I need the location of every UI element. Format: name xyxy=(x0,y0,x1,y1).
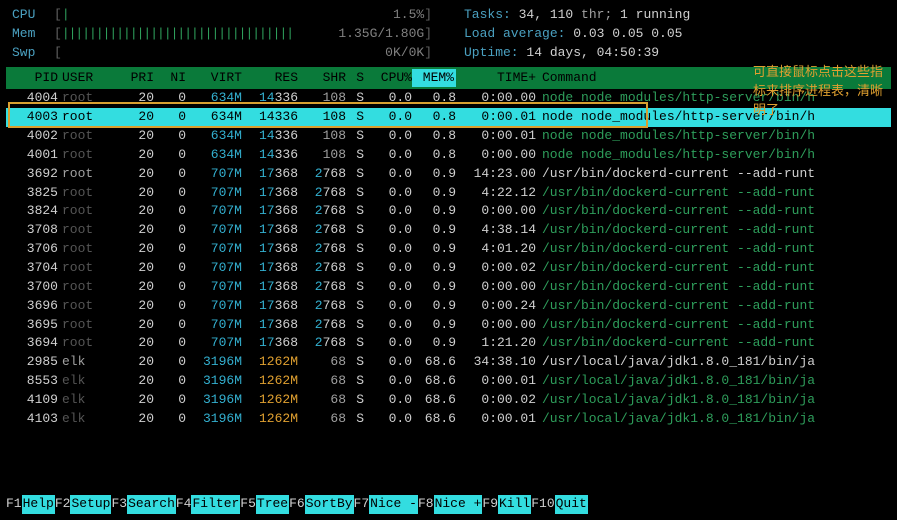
fkey-f4[interactable]: F4 xyxy=(176,495,192,514)
process-row[interactable]: 3708root200707M173682768S0.00.94:38.14/u… xyxy=(6,221,891,240)
process-row[interactable]: 3825root200707M173682768S0.00.94:22.12/u… xyxy=(6,184,891,203)
load-line: Load average: 0.03 0.05 0.05 xyxy=(464,25,690,44)
process-row[interactable]: 4002root200634M14336108S0.00.80:00.01nod… xyxy=(6,127,891,146)
process-row[interactable]: 3824root200707M173682768S0.00.90:00.00/u… xyxy=(6,202,891,221)
uptime-line: Uptime: 14 days, 04:50:39 xyxy=(464,44,690,63)
cpu-bar: | xyxy=(62,6,69,25)
process-row[interactable]: 3704root200707M173682768S0.00.90:00.02/u… xyxy=(6,259,891,278)
col-shr[interactable]: SHR xyxy=(298,69,346,88)
process-row[interactable]: 4109elk2003196M1262M68S0.068.60:00.02/us… xyxy=(6,391,891,410)
process-row[interactable]: 8553elk2003196M1262M68S0.068.60:00.01/us… xyxy=(6,372,891,391)
process-row[interactable]: 3700root200707M173682768S0.00.90:00.00/u… xyxy=(6,278,891,297)
process-row[interactable]: 3694root200707M173682768S0.00.91:21.20/u… xyxy=(6,334,891,353)
cpu-meter: CPU [| 1.5%] xyxy=(12,6,432,25)
fkey-f10[interactable]: F10 xyxy=(531,495,554,514)
tasks-line: Tasks: 34, 110 thr; 1 running xyxy=(464,6,690,25)
process-row[interactable]: 4103elk2003196M1262M68S0.068.60:00.01/us… xyxy=(6,410,891,429)
header: CPU [| 1.5%] Mem [||||||||||||||||||||||… xyxy=(6,6,891,67)
fkey-f7[interactable]: F7 xyxy=(354,495,370,514)
fkey-f9[interactable]: F9 xyxy=(482,495,498,514)
process-row[interactable]: 3695root200707M173682768S0.00.90:00.00/u… xyxy=(6,316,891,335)
annotation-text: 可直接鼠标点击这些指 标来排序进程表，清晰 明了 xyxy=(753,64,883,121)
flabel-nice -[interactable]: Nice - xyxy=(369,495,418,514)
tasks-label: Tasks: xyxy=(464,7,519,22)
mem-meter: Mem [|||||||||||||||||||||||||||||||||| … xyxy=(12,25,432,44)
col-time[interactable]: TIME+ xyxy=(456,69,536,88)
swp-label: Swp xyxy=(12,44,54,63)
load-values: 0.03 0.05 0.05 xyxy=(573,26,682,41)
tasks-count: 34 xyxy=(519,7,535,22)
process-row[interactable]: 3692root200707M173682768S0.00.914:23.00/… xyxy=(6,165,891,184)
process-row[interactable]: 3706root200707M173682768S0.00.94:01.20/u… xyxy=(6,240,891,259)
flabel-help[interactable]: Help xyxy=(22,495,55,514)
load-label: Load average: xyxy=(464,26,573,41)
fkey-f3[interactable]: F3 xyxy=(111,495,127,514)
flabel-quit[interactable]: Quit xyxy=(555,495,588,514)
thr-count: 110 xyxy=(550,7,573,22)
col-user[interactable]: USER xyxy=(58,69,114,88)
fkey-f2[interactable]: F2 xyxy=(55,495,71,514)
process-row[interactable]: 3696root200707M173682768S0.00.90:00.24/u… xyxy=(6,297,891,316)
uptime-label: Uptime: xyxy=(464,45,526,60)
running-count: 1 running xyxy=(620,7,690,22)
fkey-f6[interactable]: F6 xyxy=(289,495,305,514)
col-mem[interactable]: MEM% xyxy=(412,69,456,88)
uptime-value: 14 days, 04:50:39 xyxy=(526,45,659,60)
flabel-sortby[interactable]: SortBy xyxy=(305,495,354,514)
col-pri[interactable]: PRI xyxy=(114,69,154,88)
mem-value: 1.35G/1.80G xyxy=(338,25,424,44)
footer: F1Help F2Setup F3SearchF4FilterF5Tree F6… xyxy=(6,495,588,514)
flabel-nice +[interactable]: Nice + xyxy=(434,495,483,514)
fkey-f1[interactable]: F1 xyxy=(6,495,22,514)
flabel-setup[interactable]: Setup xyxy=(70,495,111,514)
mem-label: Mem xyxy=(12,25,54,44)
fkey-f8[interactable]: F8 xyxy=(418,495,434,514)
col-ni[interactable]: NI xyxy=(154,69,186,88)
swp-meter: Swp [ 0K/0K] xyxy=(12,44,432,63)
flabel-filter[interactable]: Filter xyxy=(191,495,240,514)
col-s[interactable]: S xyxy=(346,69,364,88)
flabel-tree[interactable]: Tree xyxy=(256,495,289,514)
flabel-kill[interactable]: Kill xyxy=(498,495,531,514)
col-res[interactable]: RES xyxy=(242,69,298,88)
col-cpu[interactable]: CPU% xyxy=(364,69,412,88)
col-virt[interactable]: VIRT xyxy=(186,69,242,88)
process-table[interactable]: 4004root200634M14336108S0.00.80:00.00nod… xyxy=(6,89,891,428)
fkey-f5[interactable]: F5 xyxy=(240,495,256,514)
swp-value: 0K/0K xyxy=(385,44,424,63)
cpu-value: 1.5% xyxy=(393,6,424,25)
process-row[interactable]: 4001root200634M14336108S0.00.80:00.00nod… xyxy=(6,146,891,165)
flabel-search[interactable]: Search xyxy=(127,495,176,514)
mem-bar: |||||||||||||||||||||||||||||||||| xyxy=(62,25,293,44)
process-row[interactable]: 2985elk2003196M1262M68S0.068.634:38.10/u… xyxy=(6,353,891,372)
cpu-label: CPU xyxy=(12,6,54,25)
col-pid[interactable]: PID xyxy=(10,69,58,88)
